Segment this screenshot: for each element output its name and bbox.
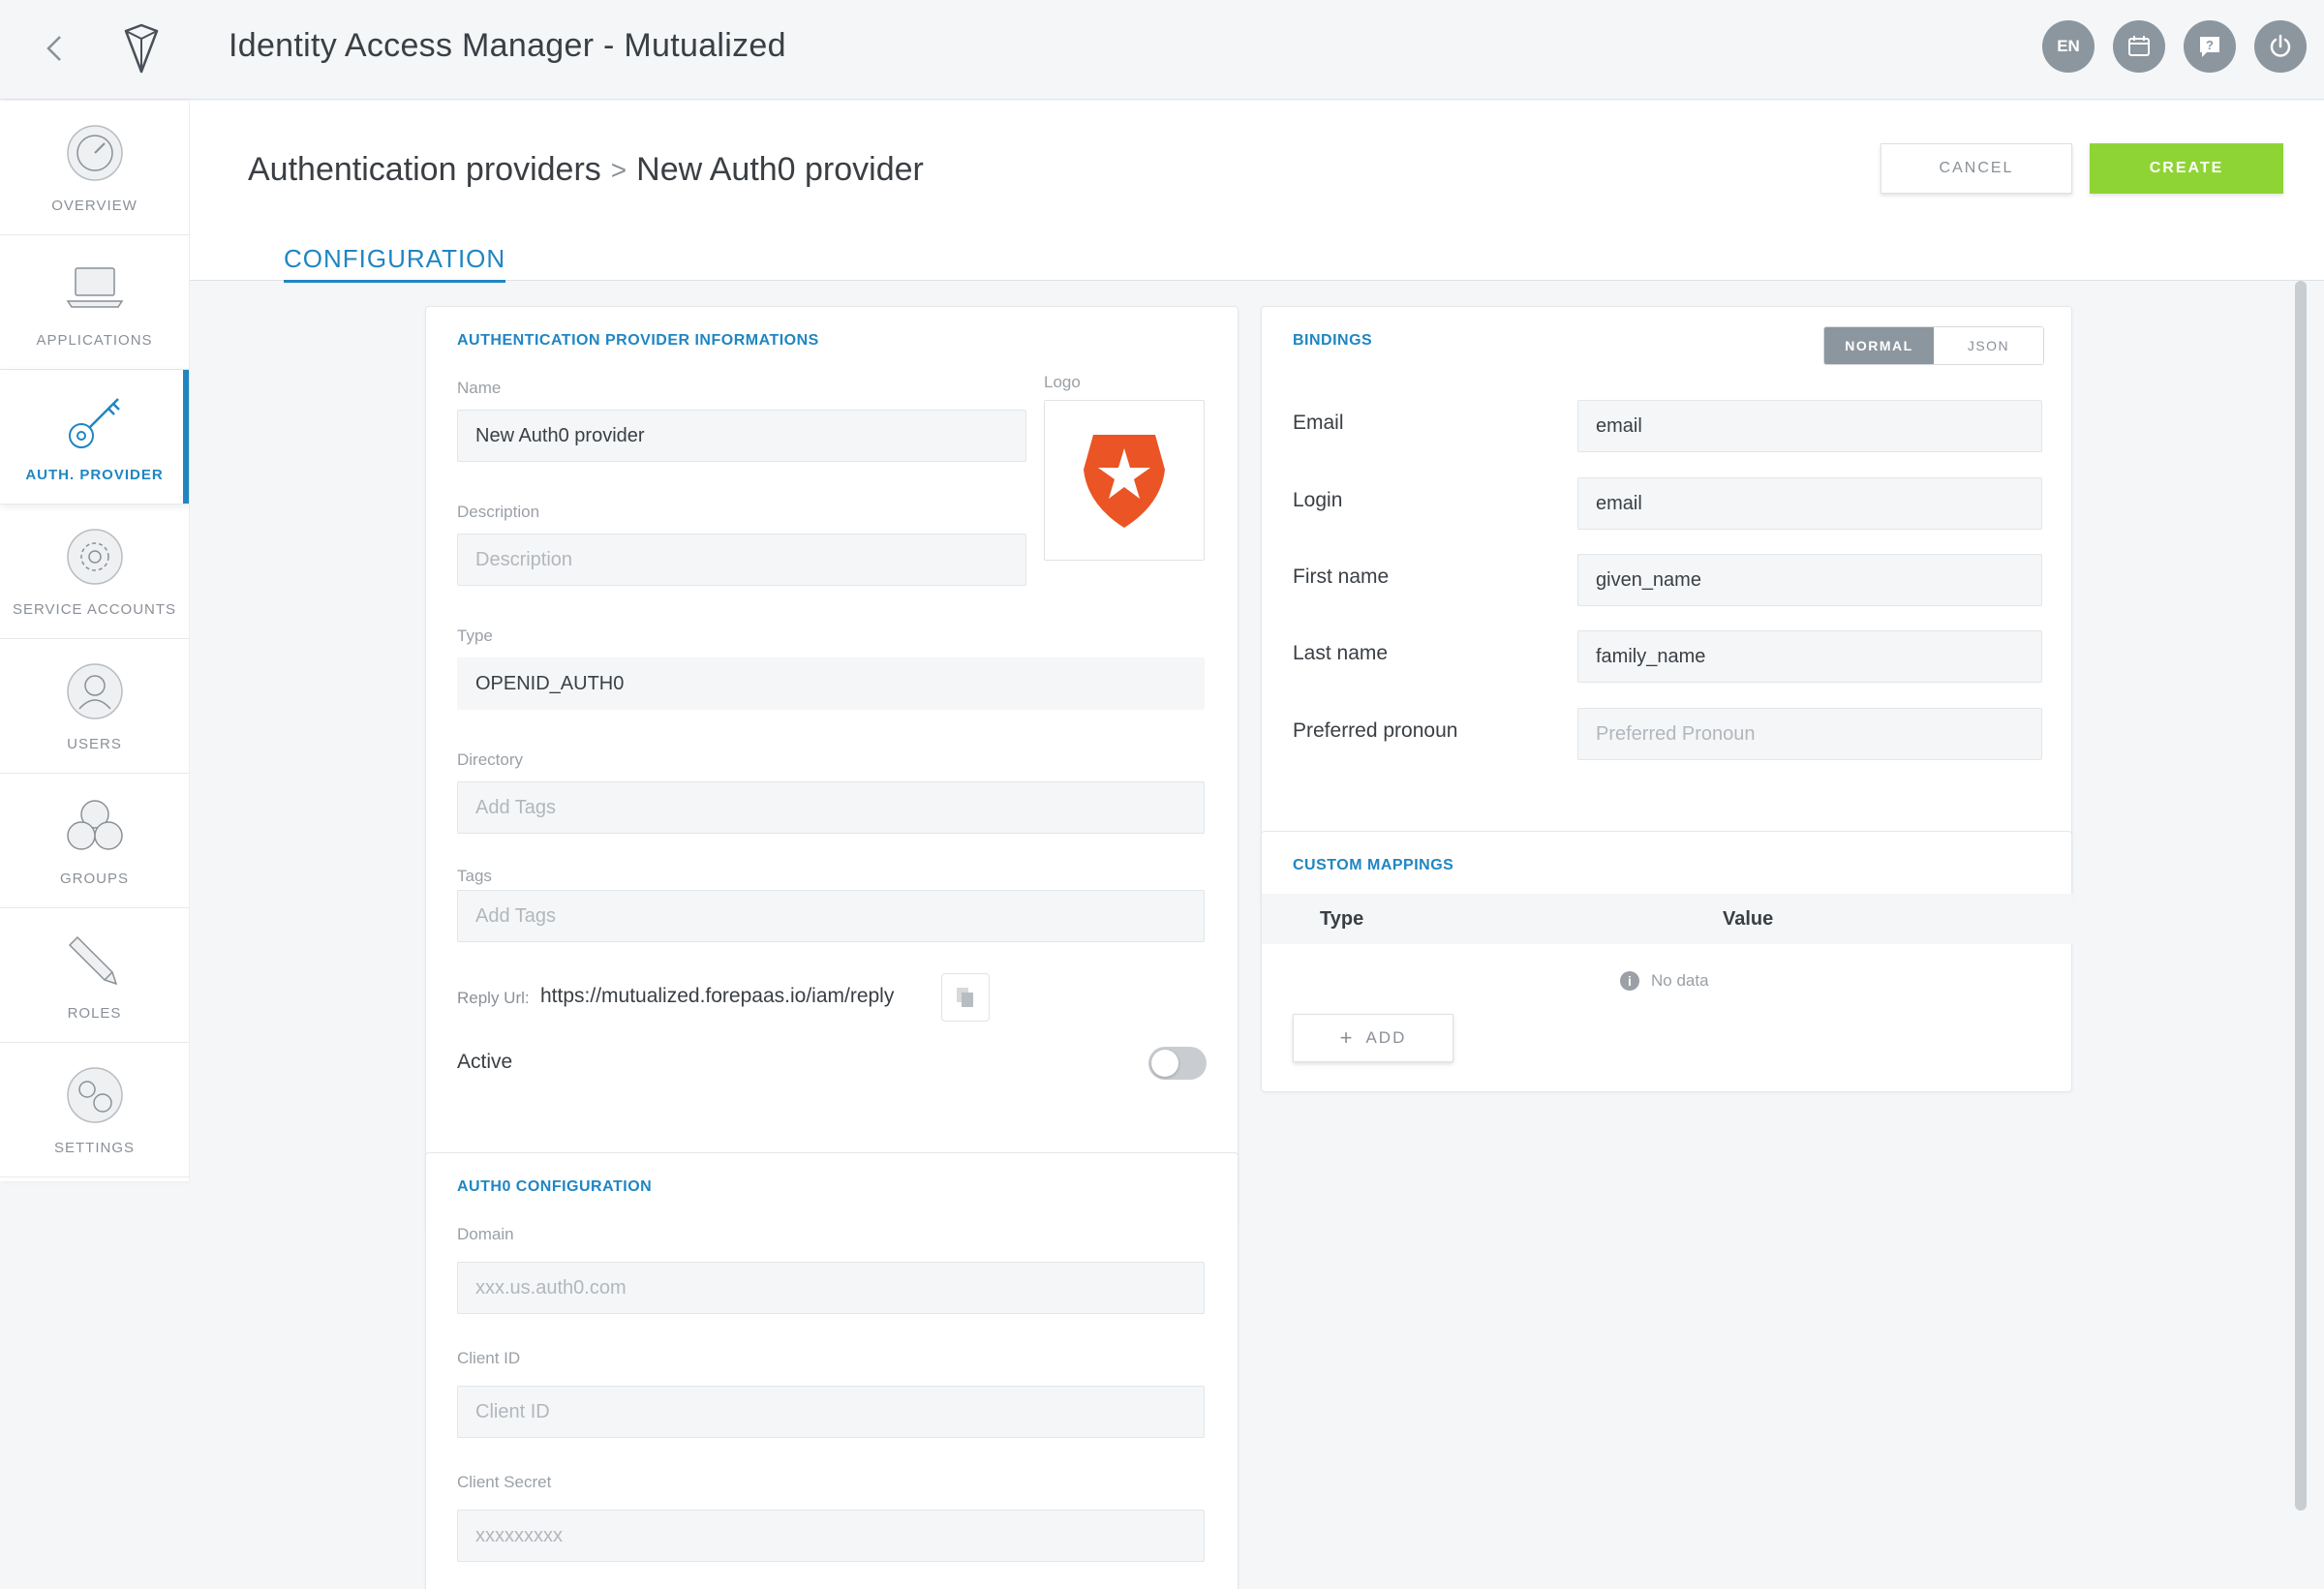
column-header-value: Value (1723, 907, 1774, 930)
domain-label: Domain (457, 1225, 514, 1243)
sidebar-item-applications[interactable]: APPLICATIONS (0, 235, 189, 370)
bindings-card: BINDINGS NORMAL JSON Email email Login e… (1261, 306, 2072, 906)
sidebar-item-label: SETTINGS (53, 1139, 135, 1156)
active-label: Active (457, 1051, 513, 1073)
sidebar-item-label: OVERVIEW (51, 197, 138, 214)
binding-label-first-name: First name (1293, 565, 1390, 588)
info-icon: i (1620, 971, 1639, 991)
binding-label-preferred-pronoun: Preferred pronoun (1293, 719, 1458, 742)
sidebar-item-roles[interactable]: ROLES (0, 908, 189, 1043)
breadcrumb-current: New Auth0 provider (636, 151, 924, 188)
type-label: Type (457, 626, 493, 645)
tags-label: Tags (457, 867, 492, 885)
binding-field-last-name[interactable]: family_name (1577, 630, 2042, 683)
sidebar-item-groups[interactable]: GROUPS (0, 774, 189, 908)
back-icon[interactable] (35, 29, 74, 68)
directory-label: Directory (457, 750, 524, 769)
reply-url-label: Reply Url: (457, 989, 530, 1007)
calendar-icon[interactable] (2113, 20, 2165, 73)
sidebar-item-label: APPLICATIONS (36, 331, 153, 349)
binding-field-email[interactable]: email (1577, 400, 2042, 452)
language-button[interactable]: EN (2042, 20, 2095, 73)
sidebar-item-label: SERVICE ACCOUNTS (12, 600, 177, 618)
sidebar-item-label: GROUPS (59, 870, 129, 887)
bindings-mode-toggle: NORMAL JSON (1823, 326, 2044, 365)
directory-tags-input[interactable]: Add Tags (457, 781, 1205, 834)
type-value: OPENID_AUTH0 (457, 657, 1205, 710)
svg-text:?: ? (2206, 38, 2214, 52)
mode-normal-button[interactable]: NORMAL (1824, 327, 1934, 364)
name-label: Name (457, 379, 502, 397)
app-title: Identity Access Manager - Mutualized (229, 27, 786, 64)
description-label: Description (457, 503, 540, 521)
tags-input[interactable]: Add Tags (457, 890, 1205, 942)
card-title: AUTHENTICATION PROVIDER INFORMATIONS (457, 332, 819, 349)
client-secret-label: Client Secret (457, 1473, 552, 1491)
dashboard-gauge-icon (66, 124, 123, 181)
provider-info-card: AUTHENTICATION PROVIDER INFORMATIONS Nam… (425, 306, 1238, 1230)
sidebar-item-label: AUTH. PROVIDER (25, 466, 164, 483)
breadcrumb-parent[interactable]: Authentication providers (248, 151, 601, 189)
logo-label: Logo (1044, 373, 1081, 391)
sidebar-item-label: ROLES (67, 1004, 122, 1022)
add-mapping-button[interactable]: + ADD (1293, 1014, 1453, 1062)
create-button[interactable]: CREATE (2090, 143, 2283, 194)
sidebar-item-overview[interactable]: OVERVIEW (0, 101, 189, 235)
cancel-button[interactable]: CANCEL (1881, 143, 2072, 194)
user-icon (66, 662, 123, 719)
help-icon[interactable]: ? (2184, 20, 2236, 73)
auth0-config-card: AUTH0 CONFIGURATION Domain xxx.us.auth0.… (425, 1152, 1238, 1589)
tab-configuration[interactable]: CONFIGURATION (284, 244, 506, 283)
page-header: Authentication providers > New Auth0 pro… (190, 101, 2324, 283)
active-toggle[interactable] (1148, 1047, 1207, 1080)
breadcrumb-separator: > (610, 154, 627, 185)
sidebar-item-service-accounts[interactable]: SERVICE ACCOUNTS (0, 504, 189, 639)
top-bar: Identity Access Manager - Mutualized EN … (0, 0, 2324, 100)
breadcrumb: Authentication providers > New Auth0 pro… (248, 151, 924, 189)
mappings-table-header: Type Value (1262, 894, 2073, 944)
forepaas-logo (124, 23, 159, 74)
empty-state: i No data (1620, 971, 1709, 991)
settings-gear-icon (66, 1066, 123, 1123)
sidebar-item-label: USERS (67, 735, 122, 752)
empty-text: No data (1651, 971, 1709, 990)
client-id-field[interactable]: Client ID (457, 1386, 1205, 1438)
logo-upload[interactable] (1044, 400, 1205, 561)
binding-label-login: Login (1293, 489, 1343, 511)
card-title: BINDINGS (1293, 332, 1373, 349)
column-header-type: Type (1320, 907, 1364, 930)
custom-mappings-card: CUSTOM MAPPINGS Type Value i No data + A… (1261, 831, 2073, 1092)
card-title: CUSTOM MAPPINGS (1293, 857, 1454, 873)
binding-field-preferred-pronoun[interactable]: Preferred Pronoun (1577, 708, 2042, 760)
mode-json-button[interactable]: JSON (1934, 327, 2043, 364)
laptop-icon (66, 266, 123, 308)
name-field[interactable]: New Auth0 provider (457, 410, 1026, 462)
add-label: ADD (1365, 1028, 1407, 1047)
auth0-logo-icon (1084, 435, 1165, 528)
main-content: Authentication providers > New Auth0 pro… (190, 101, 2324, 1589)
client-id-label: Client ID (457, 1349, 521, 1367)
sidebar-item-auth-provider[interactable]: AUTH. PROVIDER (0, 370, 189, 504)
key-icon (68, 397, 120, 448)
domain-field[interactable]: xxx.us.auth0.com (457, 1262, 1205, 1314)
service-gear-icon (66, 528, 123, 585)
page-scrollbar[interactable] (2295, 281, 2307, 1511)
copy-icon[interactable] (941, 973, 990, 1022)
sidebar: OVERVIEW APPLICATIONS AUTH. PROVIDER SER… (0, 101, 189, 1181)
binding-field-first-name[interactable]: given_name (1577, 554, 2042, 606)
sidebar-item-settings[interactable]: SETTINGS (0, 1043, 189, 1177)
binding-label-email: Email (1293, 412, 1344, 434)
plus-icon: + (1339, 1025, 1355, 1050)
client-secret-field[interactable]: xxxxxxxxx (457, 1510, 1205, 1562)
group-icon (66, 799, 123, 850)
pencil-icon (68, 935, 117, 985)
reply-url-value: https://mutualized.forepaas.io/iam/reply (540, 985, 895, 1007)
card-title: AUTH0 CONFIGURATION (457, 1178, 653, 1195)
toggle-knob (1151, 1050, 1178, 1077)
sidebar-item-users[interactable]: USERS (0, 639, 189, 774)
binding-label-last-name: Last name (1293, 642, 1389, 664)
binding-field-login[interactable]: email (1577, 477, 2042, 530)
power-icon[interactable] (2254, 20, 2307, 73)
description-field[interactable]: Description (457, 534, 1026, 586)
